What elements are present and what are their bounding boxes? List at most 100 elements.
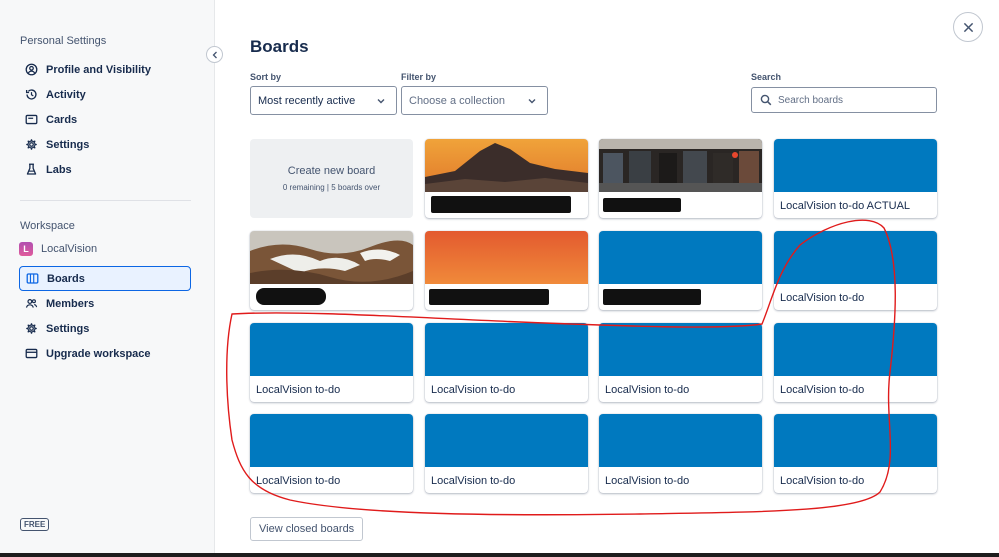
board-tile[interactable]: LocalVision to-do	[774, 231, 937, 310]
sidebar-item-members[interactable]: Members	[19, 291, 191, 316]
chevron-left-icon	[212, 51, 217, 58]
search-box	[751, 87, 937, 113]
board-name: LocalVision to-do	[780, 475, 865, 487]
board-tile[interactable]: LocalVision to-do ACTUAL	[774, 139, 937, 218]
sidebar-item-label: Labs	[46, 163, 72, 176]
settings-sidebar: Personal Settings Profile and Visibility…	[0, 0, 215, 557]
close-icon	[963, 22, 973, 32]
blue-cover	[250, 414, 413, 467]
sidebar-item-labs[interactable]: Labs	[19, 157, 191, 182]
blue-cover	[250, 323, 413, 376]
search-icon	[760, 94, 772, 106]
board-tile[interactable]	[425, 139, 588, 218]
blue-cover	[599, 414, 762, 467]
taskbar-edge	[0, 553, 999, 557]
workspace-heading: Workspace	[20, 220, 75, 232]
blue-cover	[425, 323, 588, 376]
chevron-down-icon	[528, 98, 536, 103]
search-input[interactable]	[778, 94, 928, 106]
close-button[interactable]	[953, 12, 983, 42]
view-closed-boards-button[interactable]: View closed boards	[250, 517, 364, 541]
redaction-mark	[431, 196, 571, 213]
board-name: LocalVision to-do ACTUAL	[780, 200, 911, 212]
history-icon	[25, 89, 37, 100]
sidebar-item-label: Cards	[46, 113, 78, 126]
filter-label: Filter by	[401, 72, 437, 82]
board-name: LocalVision to-do	[605, 475, 690, 487]
board-tile[interactable]: LocalVision to-do	[250, 414, 413, 493]
sidebar-item-label: Settings	[46, 138, 90, 151]
plan-badge: FREE	[20, 518, 50, 531]
filter-select[interactable]: Choose a collection	[401, 86, 548, 115]
board-name: LocalVision to-do	[780, 292, 865, 304]
sidebar-item-cards[interactable]: Cards	[19, 107, 191, 132]
collapse-sidebar-button[interactable]	[206, 46, 223, 63]
blue-cover	[425, 414, 588, 467]
sidebar-item-workspace-settings[interactable]: Settings	[19, 316, 191, 341]
page-title: Boards	[250, 37, 309, 56]
search-label: Search	[751, 72, 782, 82]
board-tile[interactable]: LocalVision to-do	[774, 414, 937, 493]
redaction-mark	[429, 289, 549, 305]
sort-label: Sort by	[250, 72, 282, 82]
snowy-hills-cover	[250, 231, 413, 284]
board-tile[interactable]: LocalVision to-do	[599, 323, 762, 402]
blue-cover	[599, 231, 762, 284]
board-name: LocalVision to-do	[431, 475, 516, 487]
blue-cover	[599, 323, 762, 376]
board-tile[interactable]: LocalVision to-do	[250, 323, 413, 402]
boards-icon	[26, 273, 39, 284]
board-tile[interactable]	[250, 231, 413, 310]
board-tile[interactable]	[599, 139, 762, 218]
sidebar-item-boards[interactable]: Boards	[19, 266, 191, 291]
blue-cover	[774, 231, 937, 284]
credit-card-icon	[25, 348, 38, 359]
redaction-mark	[603, 289, 701, 305]
chevron-down-icon	[377, 98, 385, 103]
user-circle-icon	[25, 63, 38, 76]
sidebar-item-upgrade[interactable]: Upgrade workspace	[19, 341, 191, 366]
sort-value: Most recently active	[258, 94, 356, 107]
sidebar-item-label: Boards	[47, 272, 85, 285]
board-tile[interactable]: LocalVision to-do	[599, 414, 762, 493]
redaction-mark	[603, 198, 681, 212]
board-tile[interactable]	[599, 231, 762, 310]
storefront-cover	[599, 139, 762, 192]
redaction-mark	[256, 288, 326, 305]
board-tile[interactable]: LocalVision to-do	[425, 323, 588, 402]
sidebar-item-settings[interactable]: Settings	[19, 132, 191, 157]
sidebar-item-label: Upgrade workspace	[46, 347, 151, 360]
sidebar-item-label: Profile and Visibility	[46, 63, 151, 76]
gear-icon	[26, 323, 37, 334]
blue-cover	[774, 139, 937, 192]
board-tile[interactable]	[425, 231, 588, 310]
create-board-subtitle: 0 remaining | 5 boards over	[282, 183, 381, 192]
create-board-title: Create new board	[287, 165, 376, 177]
blue-cover	[774, 323, 937, 376]
board-tile[interactable]: LocalVision to-do	[774, 323, 937, 402]
blue-cover	[774, 414, 937, 467]
workspace-name[interactable]: L LocalVision	[19, 242, 97, 256]
board-name: LocalVision to-do	[256, 384, 341, 396]
orange-gradient-cover	[425, 231, 588, 284]
gear-icon	[26, 139, 37, 150]
board-tile[interactable]: LocalVision to-do	[425, 414, 588, 493]
personal-settings-heading: Personal Settings	[20, 35, 107, 47]
sidebar-divider	[20, 200, 191, 201]
sidebar-item-label: Activity	[46, 88, 86, 101]
card-icon	[25, 114, 38, 125]
board-name: LocalVision to-do	[605, 384, 690, 396]
workspace-avatar: L	[19, 242, 33, 256]
workspace-name-label: LocalVision	[41, 243, 98, 255]
flask-icon	[26, 163, 37, 175]
sidebar-item-activity[interactable]: Activity	[19, 82, 191, 107]
board-name: LocalVision to-do	[780, 384, 865, 396]
mountain-sunset-cover	[425, 139, 588, 192]
members-icon	[25, 298, 38, 308]
sidebar-item-label: Settings	[46, 322, 90, 335]
create-board-tile[interactable]: Create new board 0 remaining | 5 boards …	[250, 139, 413, 218]
board-name: LocalVision to-do	[256, 475, 341, 487]
board-name: LocalVision to-do	[431, 384, 516, 396]
sort-select[interactable]: Most recently active	[250, 86, 397, 115]
sidebar-item-profile[interactable]: Profile and Visibility	[19, 57, 191, 82]
